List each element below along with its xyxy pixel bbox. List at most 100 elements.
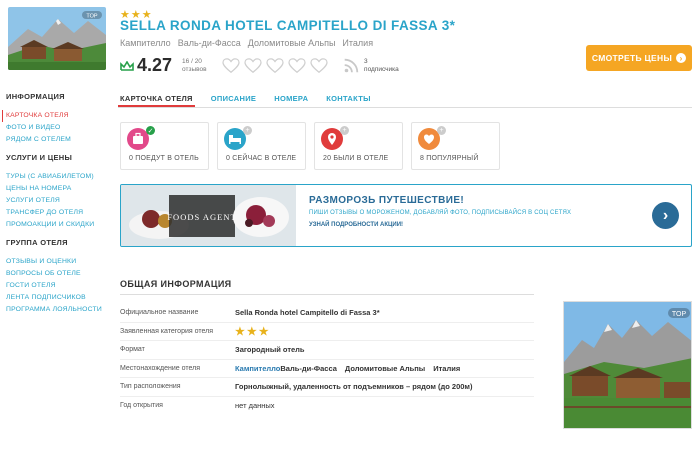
category-stars: ★★★: [235, 325, 271, 338]
stat-card-text: 0 ПОЕДУТ В ОТЕЛЬ: [129, 155, 199, 162]
reviews-count[interactable]: 16 / 20 отзывов: [182, 58, 212, 74]
info-label: Официальное название: [120, 309, 199, 317]
general-info-title: ОБЩАЯ ИНФОРМАЦИЯ: [120, 279, 232, 289]
map-pin-icon: +: [321, 126, 349, 150]
promo-banner[interactable]: FOODS AGENT РАЗМОРОЗЬ ПУТЕШЕСТВИЕ! ПИШИ …: [120, 184, 692, 247]
section-divider: [120, 294, 534, 295]
info-value: Горнолыжный, удаленность от подъемников …: [235, 382, 473, 392]
heart-outline-icon[interactable]: [310, 57, 328, 74]
plus-badge-icon: +: [437, 126, 446, 135]
stat-cards: ✓ 0 ПОЕДУТ В ОТЕЛЬ + 0 СЕЙЧАС В ОТЕЛЕ + …: [120, 122, 500, 170]
sidebar-heading: ИНФОРМАЦИЯ: [6, 92, 65, 101]
subscribers-count: 3: [364, 57, 368, 65]
info-label: Тип расположения: [120, 383, 181, 391]
rating-row: 4.27 16 / 20 отзывов 3 подписчика: [120, 55, 399, 76]
hotel-photo[interactable]: TOP: [563, 301, 692, 429]
view-prices-button[interactable]: СМОТРЕТЬ ЦЕНЫ ›: [586, 45, 692, 71]
heart-outline-icon[interactable]: [222, 57, 240, 74]
sidebar-item-guests[interactable]: ГОСТИ ОТЕЛЯ: [6, 280, 111, 292]
table-row: Формат Загородный отель: [120, 341, 534, 360]
hotel-tabs: КАРТОЧКА ОТЕЛЯ ОПИСАНИЕ НОМЕРА КОНТАКТЫ: [118, 92, 692, 108]
subscribers-label: подписчика: [364, 65, 399, 73]
tab-description[interactable]: ОПИСАНИЕ: [209, 92, 258, 107]
location-link-region[interactable]: Доломитовые Альпы: [345, 364, 425, 373]
sidebar-item-reviews[interactable]: ОТЗЫВЫ И ОЦЕНКИ: [6, 256, 111, 268]
heart-outline-icon[interactable]: [244, 57, 262, 74]
heart-icon: +: [418, 126, 446, 150]
sidebar-item-nearby[interactable]: РЯДОМ С ОТЕЛЕМ: [6, 134, 111, 146]
promo-image: FOODS AGENT: [121, 185, 296, 246]
sidebar-item-room-prices[interactable]: ЦЕНЫ НА НОМЕРА: [6, 183, 111, 195]
chevron-right-icon: ›: [676, 53, 687, 63]
promo-subtitle: ПИШИ ОТЗЫВЫ О МОРОЖЕНОМ, ДОБАВЛЯЙ ФОТО, …: [309, 210, 572, 216]
hotel-title: SELLA RONDA HOTEL CAMPITELLO DI FASSA 3*: [120, 18, 456, 33]
stat-card-visited[interactable]: + 20 БЫЛИ В ОТЕЛЕ: [314, 122, 403, 170]
table-row: Заявленная категория отеля ★★★: [120, 323, 534, 341]
rating-crown-icon: [120, 60, 134, 71]
stat-card-text: 0 СЕЙЧАС В ОТЕЛЕ: [226, 155, 297, 162]
subscribers[interactable]: 3 подписчика: [364, 58, 399, 74]
table-row: Официальное название Sella Ronda hotel C…: [120, 304, 534, 323]
heart-outline-icon[interactable]: [266, 57, 284, 74]
subscribe-rss-icon[interactable]: [342, 57, 360, 75]
location-link-country[interactable]: Италия: [433, 364, 460, 373]
hotel-thumbnail[interactable]: TOP: [8, 7, 106, 70]
info-value: Загородный отель: [235, 345, 305, 355]
general-info-table: Официальное название Sella Ronda hotel C…: [120, 304, 534, 415]
sidebar-group-hotel-group: ГРУППА ОТЕЛЯ ОТЗЫВЫ И ОЦЕНКИ ВОПРОСЫ ОБ …: [6, 238, 111, 316]
rating-value: 4.27: [137, 55, 173, 75]
photo-badge: TOP: [672, 311, 687, 318]
info-label: Местонахождение отеля: [120, 364, 200, 372]
sidebar-item-hotel-services[interactable]: УСЛУГИ ОТЕЛЯ: [6, 195, 111, 207]
sidebar: ИНФОРМАЦИЯ КАРТОЧКА ОТЕЛЯ ФОТО И ВИДЕО Р…: [2, 92, 111, 323]
sidebar-heading: УСЛУГИ И ЦЕНЫ: [6, 153, 73, 162]
tab-rooms[interactable]: НОМЕРА: [272, 92, 310, 107]
chevron-right-icon[interactable]: ›: [652, 202, 679, 229]
location-country[interactable]: Италия: [342, 38, 373, 48]
sidebar-item-promos[interactable]: ПРОМОАКЦИИ И СКИДКИ: [6, 219, 111, 231]
info-value: Кампителло Валь-ди-Фасса Доломитовые Аль…: [235, 364, 460, 373]
info-label: Формат: [120, 346, 145, 354]
table-row: Местонахождение отеля Кампителло Валь-ди…: [120, 360, 534, 378]
stat-card-text: 20 БЫЛИ В ОТЕЛЕ: [323, 155, 389, 162]
tab-hotel-card[interactable]: КАРТОЧКА ОТЕЛЯ: [118, 92, 195, 107]
thumb-badge: TOP: [86, 14, 98, 20]
location-link-valley[interactable]: Валь-ди-Фасса: [280, 364, 337, 373]
sidebar-item-photos[interactable]: ФОТО И ВИДЕО: [6, 122, 111, 134]
stat-card-now[interactable]: + 0 СЕЙЧАС В ОТЕЛЕ: [217, 122, 306, 170]
location-valley[interactable]: Валь-ди-Фасса: [178, 38, 241, 48]
promo-brand: FOODS AGENT: [167, 212, 236, 222]
info-value: нет данных: [235, 401, 275, 411]
sidebar-item-questions[interactable]: ВОПРОСЫ ОБ ОТЕЛЕ: [6, 268, 111, 280]
plus-badge-icon: +: [243, 126, 252, 135]
promo-title: РАЗМОРОЗЬ ПУТЕШЕСТВИЕ!: [309, 195, 465, 206]
location-breadcrumb: Кампителло Валь-ди-Фасса Доломитовые Аль…: [120, 38, 373, 48]
heart-outline-icon[interactable]: [288, 57, 306, 74]
reviews-number: 16 / 20: [182, 57, 202, 65]
sidebar-heading: ГРУППА ОТЕЛЯ: [6, 238, 68, 247]
info-value: Sella Ronda hotel Campitello di Fassa 3*: [235, 308, 380, 318]
info-label: Год открытия: [120, 402, 163, 410]
location-link-town[interactable]: Кампителло: [235, 364, 280, 373]
stat-card-going[interactable]: ✓ 0 ПОЕДУТ В ОТЕЛЬ: [120, 122, 209, 170]
location-town[interactable]: Кампителло: [120, 38, 171, 48]
info-label: Заявленная категория отеля: [120, 327, 214, 335]
bed-icon: +: [224, 126, 252, 150]
rating-hearts[interactable]: [222, 57, 328, 74]
location-region[interactable]: Доломитовые Альпы: [248, 38, 336, 48]
sidebar-item-hotel-card[interactable]: КАРТОЧКА ОТЕЛЯ: [2, 110, 111, 122]
stat-card-popular[interactable]: + 8 ПОПУЛЯРНЫЙ: [411, 122, 500, 170]
view-prices-label: СМОТРЕТЬ ЦЕНЫ: [591, 53, 673, 63]
sidebar-group-services: УСЛУГИ И ЦЕНЫ ТУРЫ (С АВИАБИЛЕТОМ) ЦЕНЫ …: [6, 153, 111, 231]
promo-details-link[interactable]: УЗНАЙ ПОДРОБНОСТИ АКЦИИ!: [309, 222, 403, 228]
info-value: ★★★: [235, 325, 271, 338]
sidebar-item-tours[interactable]: ТУРЫ (С АВИАБИЛЕТОМ): [6, 171, 111, 183]
sidebar-item-feed[interactable]: ЛЕНТА ПОДПИСЧИКОВ: [6, 292, 111, 304]
sidebar-group-info: ИНФОРМАЦИЯ КАРТОЧКА ОТЕЛЯ ФОТО И ВИДЕО Р…: [2, 92, 111, 146]
check-badge-icon: ✓: [146, 126, 155, 135]
table-row: Тип расположения Горнолыжный, удаленност…: [120, 378, 534, 397]
sidebar-item-transfer[interactable]: ТРАНСФЕР ДО ОТЕЛЯ: [6, 207, 111, 219]
tab-contacts[interactable]: КОНТАКТЫ: [324, 92, 372, 107]
sidebar-item-loyalty[interactable]: ПРОГРАММА ЛОЯЛЬНОСТИ: [6, 304, 111, 316]
stat-card-text: 8 ПОПУЛЯРНЫЙ: [420, 155, 479, 162]
